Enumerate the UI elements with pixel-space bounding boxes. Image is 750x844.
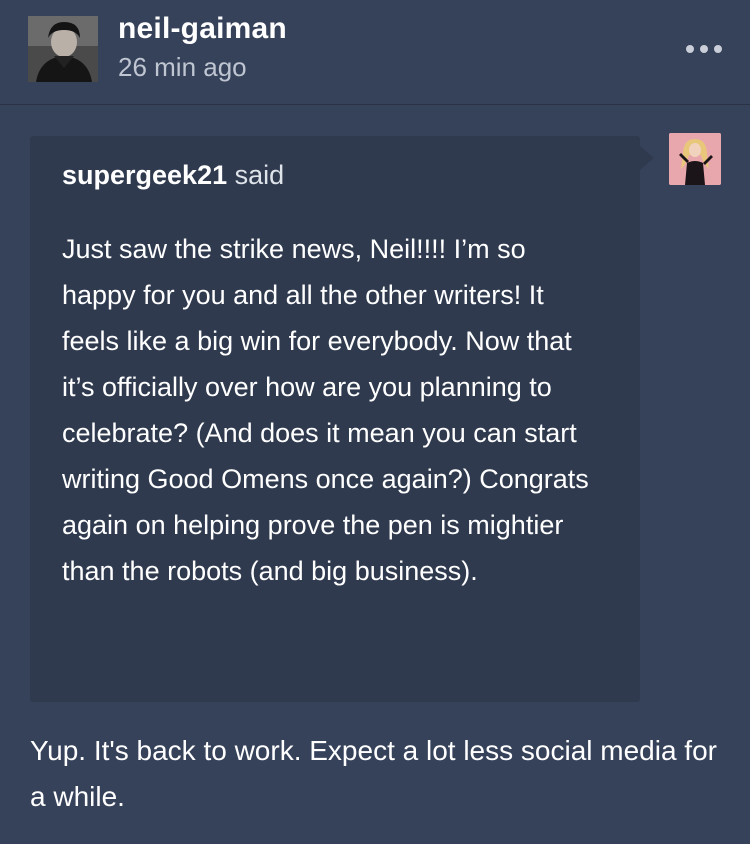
asker-photo <box>669 133 721 185</box>
ask-question-text: Just saw the strike news, Neil!!!! I’m s… <box>62 234 589 586</box>
author-photo <box>28 16 98 82</box>
author-username[interactable]: neil-gaiman <box>118 12 287 46</box>
post-timestamp: 26 min ago <box>118 52 247 82</box>
post-header: neil-gaiman 26 min ago <box>0 0 750 105</box>
author-avatar[interactable] <box>28 16 98 82</box>
ask-bubble: supergeek21 said Just saw the strike new… <box>30 136 640 702</box>
ask-header: supergeek21 said <box>62 160 284 191</box>
more-options-button[interactable] <box>684 38 724 60</box>
ask-bubble-pointer <box>640 146 654 170</box>
said-label: said <box>234 160 285 190</box>
asker-username[interactable]: supergeek21 <box>62 160 227 190</box>
answer-text: Yup. It's back to work. Expect a lot les… <box>30 735 717 812</box>
asker-avatar[interactable] <box>669 133 721 185</box>
ellipsis-icon <box>686 45 722 53</box>
